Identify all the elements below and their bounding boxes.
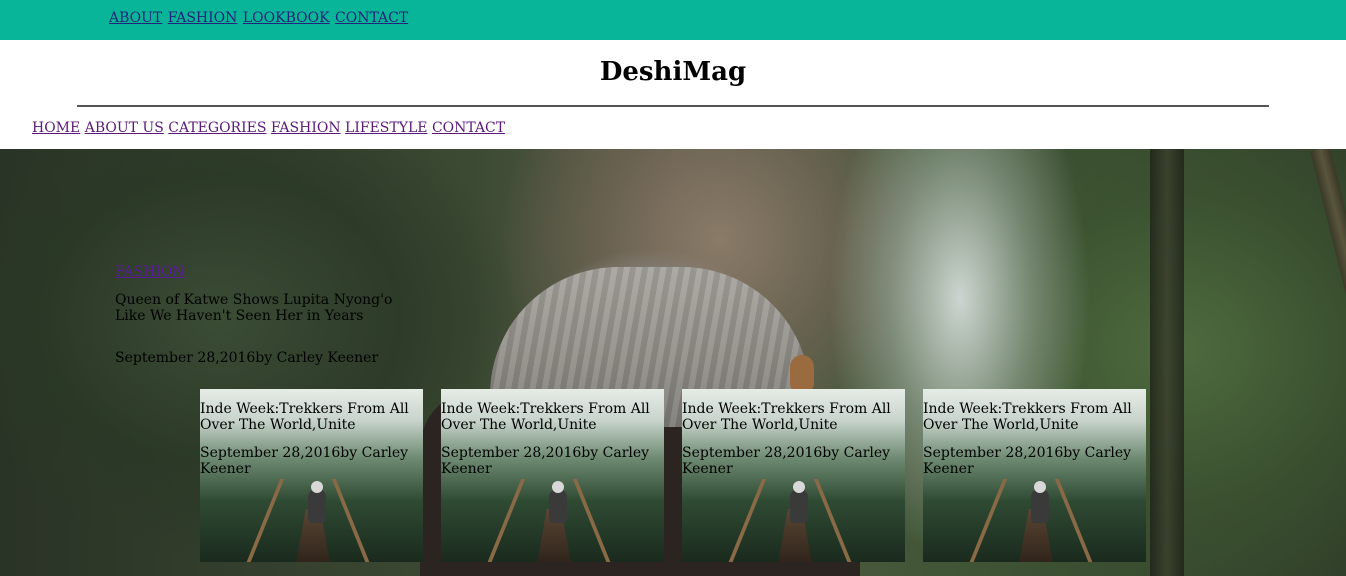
card-hiker	[308, 489, 326, 523]
nav-about-us-link[interactable]: ABOUT US	[85, 120, 164, 136]
card-bridge-rail	[484, 479, 526, 562]
card-hiker	[790, 489, 808, 523]
card-bridge-rail	[813, 479, 855, 562]
featured-category-link[interactable]: FASHION	[115, 264, 185, 280]
card-hiker	[549, 489, 567, 523]
top-bar: ABOUT FASHION LOOKBOOK CONTACT	[0, 0, 1346, 40]
card-hiker-head	[1034, 481, 1046, 493]
hero-tree-branch	[1310, 149, 1346, 566]
featured-meta: September 28,2016by Carley Keener	[115, 350, 379, 366]
article-card[interactable]: Inde Week:Trekkers From All Over The Wor…	[200, 389, 423, 562]
card-bridge-rail	[331, 479, 373, 562]
card-hiker	[1031, 489, 1049, 523]
card-title: Inde Week:Trekkers From All Over The Wor…	[200, 401, 409, 433]
card-meta: September 28,2016by Carley Keener	[441, 445, 650, 477]
card-bridge-rail	[725, 479, 767, 562]
header-divider	[77, 105, 1269, 107]
nav-categories-link[interactable]: CATEGORIES	[168, 120, 266, 136]
card-bridge-rail	[572, 479, 614, 562]
article-card[interactable]: Inde Week:Trekkers From All Over The Wor…	[441, 389, 664, 562]
article-card[interactable]: Inde Week:Trekkers From All Over The Wor…	[682, 389, 905, 562]
main-nav: HOME ABOUT US CATEGORIES FASHION LIFESTY…	[32, 120, 505, 136]
card-hiker-head	[793, 481, 805, 493]
article-card[interactable]: Inde Week:Trekkers From All Over The Wor…	[923, 389, 1146, 562]
card-title: Inde Week:Trekkers From All Over The Wor…	[923, 401, 1132, 433]
card-hiker-head	[552, 481, 564, 493]
card-meta: September 28,2016by Carley Keener	[200, 445, 409, 477]
nav-contact-link[interactable]: CONTACT	[432, 120, 505, 136]
card-bridge-rail	[966, 479, 1008, 562]
nav-lifestyle-link[interactable]: LIFESTYLE	[345, 120, 427, 136]
nav-fashion-link[interactable]: FASHION	[271, 120, 341, 136]
top-nav-about-link[interactable]: ABOUT	[109, 10, 162, 26]
card-title: Inde Week:Trekkers From All Over The Wor…	[682, 401, 891, 433]
featured-title: Queen of Katwe Shows Lupita Nyong'o Like…	[115, 292, 393, 324]
top-nav: ABOUT FASHION LOOKBOOK CONTACT	[109, 10, 409, 26]
nav-home-link[interactable]: HOME	[32, 120, 80, 136]
card-title: Inde Week:Trekkers From All Over The Wor…	[441, 401, 650, 433]
hero-tree-trunk	[1150, 149, 1184, 576]
card-meta: September 28,2016by Carley Keener	[682, 445, 891, 477]
site-title: DeshiMag	[599, 57, 747, 87]
card-meta: September 28,2016by Carley Keener	[923, 445, 1132, 477]
top-nav-fashion-link[interactable]: FASHION	[168, 10, 238, 26]
top-nav-lookbook-link[interactable]: LOOKBOOK	[243, 10, 330, 26]
card-hiker-head	[311, 481, 323, 493]
card-bridge-rail	[243, 479, 285, 562]
top-nav-contact-link[interactable]: CONTACT	[335, 10, 408, 26]
card-bridge-rail	[1054, 479, 1096, 562]
